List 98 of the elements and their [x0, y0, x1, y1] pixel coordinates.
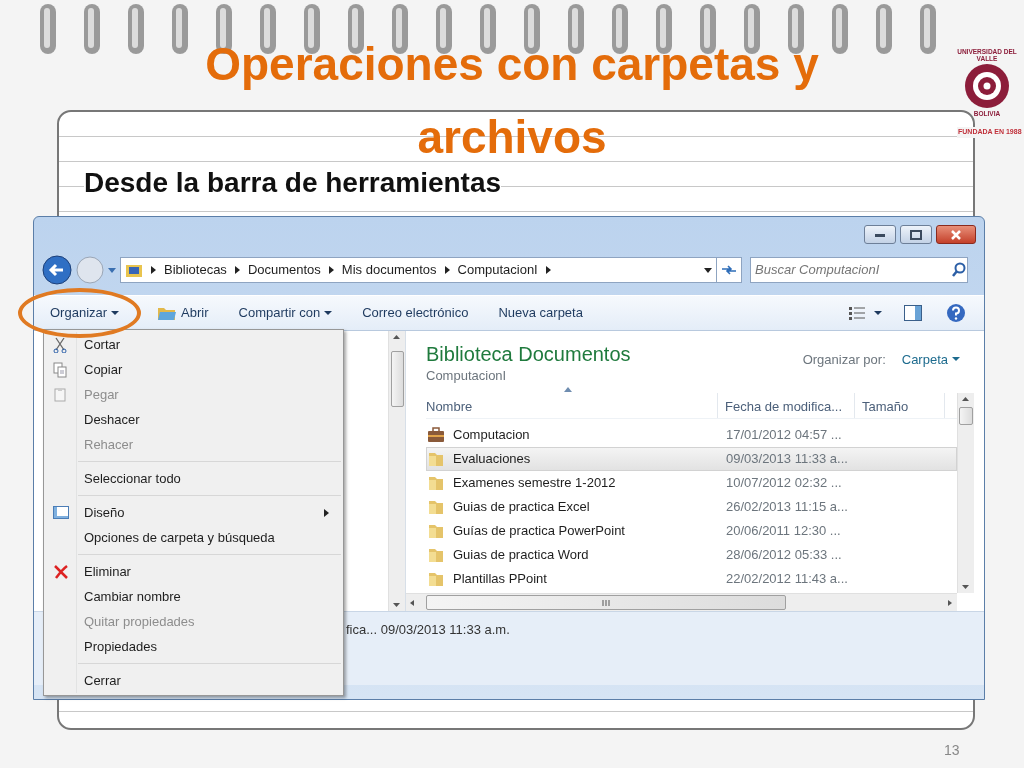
menu-item[interactable]: Diseño [46, 500, 341, 525]
chevron-icon [545, 266, 551, 274]
folder-icon [427, 571, 445, 587]
file-row[interactable]: Guias de practica Word 28/06/2012 05:33 ... [426, 543, 957, 567]
page-number: 13 [944, 741, 960, 760]
slide-title: Operaciones con carpetas y [205, 37, 819, 92]
arrange-dropdown[interactable]: Carpeta [901, 349, 960, 369]
toolbar-button[interactable]: Abrir [145, 298, 221, 328]
scrollbar[interactable] [406, 593, 957, 611]
file-row[interactable]: Evaluaciones 09/03/2013 11:33 a... [426, 447, 957, 471]
arrange-label: Organizar por: [802, 350, 886, 369]
chevron-icon [234, 266, 240, 274]
file-date: 09/03/2013 11:33 a... [725, 450, 848, 469]
copy-icon [53, 361, 69, 378]
scrollbar[interactable] [957, 393, 974, 593]
folder-icon [157, 305, 178, 321]
column-header[interactable]: Fecha de modifica... [718, 393, 855, 418]
scissors-icon [53, 336, 69, 353]
toolbar-button[interactable]: Nueva carpeta [486, 298, 595, 328]
caret-icon [952, 356, 960, 363]
back-icon[interactable] [42, 255, 72, 285]
menu-item[interactable]: Deshacer [46, 407, 341, 432]
toolbar-button[interactable]: Compartir con [226, 298, 345, 328]
search-box[interactable]: Buscar ComputacionI [750, 257, 968, 283]
scrollbar-thumb[interactable] [959, 407, 973, 425]
file-date: 10/07/2012 02:32 ... [725, 474, 842, 493]
breadcrumb-item[interactable]: Mis documentos [341, 260, 437, 280]
library-title: Biblioteca Documentos [426, 341, 632, 366]
folder-icon [125, 262, 143, 278]
file-name: Examenes semestre 1-2012 [453, 474, 616, 493]
maximize-button[interactable] [900, 225, 932, 244]
refresh-icon [721, 264, 737, 276]
file-date: 22/02/2012 11:43 a... [725, 570, 848, 589]
menu-item[interactable]: Eliminar [46, 559, 341, 584]
address-bar[interactable]: Bibliotecas Documentos Mis documentos ComputacionI [120, 257, 717, 283]
folder-icon [427, 547, 445, 563]
university-logo [964, 63, 1010, 109]
menu-item[interactable]: Seleccionar todo [46, 466, 341, 491]
file-date: 28/06/2012 05:33 ... [725, 546, 842, 565]
caret-icon [324, 310, 333, 316]
menu-item[interactable]: Copiar [46, 357, 341, 382]
file-row[interactable]: Examenes semestre 1-2012 10/07/2012 02:32 ... [426, 471, 957, 495]
sort-arrow-icon [564, 387, 572, 392]
layout-icon [53, 504, 69, 521]
file-row[interactable]: Plantillas PPoint 22/02/2012 11:43 a... [426, 567, 957, 591]
help-icon[interactable] [946, 303, 966, 323]
menu-item[interactable]: Propiedades [46, 634, 341, 659]
file-name: Guias de practica Excel [453, 498, 590, 517]
slide-title: archivos [417, 110, 607, 165]
close-button[interactable] [936, 225, 976, 244]
toolbar-button[interactable]: Correo electrónico [350, 298, 481, 328]
file-name: Guías de practica PowerPoint [453, 522, 625, 541]
maximize-icon [910, 229, 922, 240]
chevron-icon [151, 266, 156, 274]
folder-icon [427, 451, 445, 467]
file-row[interactable]: Computacion 17/01/2012 04:57 ... [426, 423, 957, 447]
folder-icon [427, 499, 445, 515]
library-subtitle: ComputacionI [426, 367, 507, 383]
toolbar-button[interactable]: Organizar [38, 298, 132, 328]
caret-icon [111, 310, 120, 316]
menu-item[interactable]: Cambiar nombre [46, 584, 341, 609]
refresh-button[interactable] [716, 257, 742, 283]
breadcrumb-item[interactable]: Documentos [247, 260, 321, 280]
file-date: 26/02/2013 11:15 a... [725, 498, 848, 517]
menu-item[interactable]: Opciones de carpeta y búsqueda [46, 525, 341, 550]
minimize-button[interactable] [864, 225, 896, 244]
file-name: Evaluaciones [453, 450, 531, 469]
chevron-icon [328, 266, 334, 274]
folder-icon [427, 523, 445, 539]
clipboard-icon [53, 386, 69, 403]
preview-pane-icon[interactable] [904, 305, 922, 321]
column-header[interactable]: Nombre [426, 393, 718, 418]
column-header[interactable]: Tamaño [855, 393, 945, 418]
grip-icon [601, 598, 611, 607]
briefcase-icon [427, 427, 445, 443]
menu-item[interactable]: Cortar [46, 332, 341, 357]
close-icon [950, 229, 962, 240]
menu-item[interactable]: Cerrar [46, 668, 341, 693]
status-text: fica... 09/03/2013 11:33 a.m. [346, 621, 510, 639]
caret-icon[interactable] [874, 310, 882, 316]
file-date: 20/06/2011 12:30 ... [725, 522, 841, 541]
file-name: Plantillas PPoint [453, 570, 547, 589]
file-row[interactable]: Guias de practica Excel 26/02/2013 11:15 a... [426, 495, 957, 519]
file-name: Guias de practica Word [453, 546, 589, 565]
breadcrumb-item[interactable]: ComputacionI [457, 260, 538, 280]
breadcrumb-item[interactable]: Bibliotecas [164, 260, 227, 280]
file-name: Computacion [453, 426, 530, 445]
delete-icon [53, 563, 69, 580]
scrollbar-thumb[interactable] [390, 351, 404, 407]
folder-icon [427, 475, 445, 491]
file-date: 17/01/2012 04:57 ... [725, 426, 842, 445]
chevron-icon [444, 266, 450, 274]
file-row[interactable]: Guías de practica PowerPoint 20/06/2011 12:30 ... [426, 519, 957, 543]
scrollbar[interactable] [388, 331, 405, 611]
dropdown-icon[interactable] [704, 266, 712, 274]
search-icon[interactable] [951, 262, 967, 278]
submenu-arrow-icon [324, 508, 329, 517]
views-icon[interactable] [848, 306, 866, 320]
